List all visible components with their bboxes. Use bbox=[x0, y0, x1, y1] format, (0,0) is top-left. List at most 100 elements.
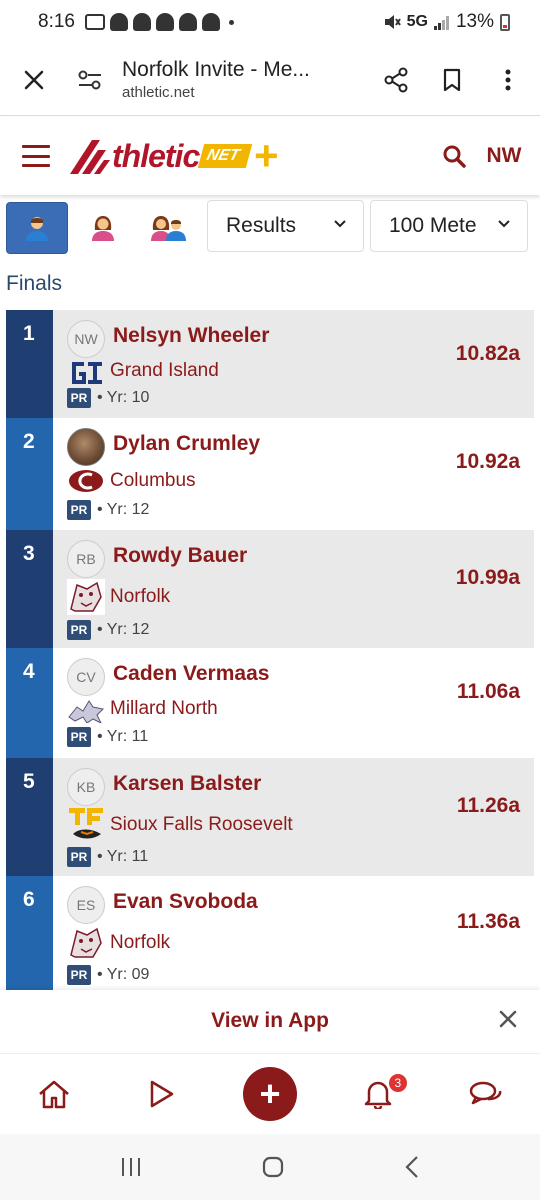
view-select[interactable]: Results bbox=[207, 200, 364, 252]
home-circle-icon[interactable] bbox=[261, 1155, 285, 1179]
athlete-year: • Yr: 10 bbox=[97, 389, 150, 406]
tab-male[interactable] bbox=[6, 202, 68, 254]
page-title: Norfolk Invite - Me... bbox=[122, 58, 310, 81]
event-select[interactable]: 100 Mete bbox=[370, 200, 528, 252]
result-mark: 11.06a bbox=[456, 680, 520, 703]
nav-videos[interactable] bbox=[108, 1054, 216, 1134]
result-place: 3 bbox=[6, 530, 53, 648]
team-name[interactable]: Columbus bbox=[110, 470, 196, 492]
logo-a-mark bbox=[70, 140, 110, 174]
athletic-net-logo[interactable]: thletic NET + bbox=[68, 131, 278, 181]
chat-icon bbox=[469, 1081, 502, 1104]
team-logo-icon bbox=[67, 804, 105, 842]
more-notifications-dot bbox=[228, 19, 234, 25]
snapchat-icon bbox=[178, 13, 197, 31]
nav-home[interactable] bbox=[0, 1054, 108, 1134]
snapchat-icon bbox=[109, 13, 128, 31]
team-name[interactable]: Grand Island bbox=[110, 360, 219, 382]
athlete-year: • Yr: 09 bbox=[97, 966, 150, 983]
tab-both[interactable] bbox=[138, 202, 200, 254]
athlete-name[interactable]: Evan Svoboda bbox=[113, 890, 258, 914]
snapchat-icon bbox=[201, 13, 220, 31]
athlete-name[interactable]: Rowdy Bauer bbox=[113, 544, 247, 568]
notification-badge: 3 bbox=[388, 1073, 407, 1092]
result-place: 5 bbox=[6, 758, 53, 876]
team-logo-icon bbox=[67, 466, 105, 496]
chevron-down-icon bbox=[334, 220, 346, 228]
page-title-block[interactable]: Norfolk Invite - Me... athletic.net bbox=[118, 58, 368, 101]
status-time: 8:16 bbox=[38, 11, 75, 32]
result-row[interactable]: 6 ES Evan Svoboda Norfolk PR • Yr: 09 11… bbox=[6, 876, 534, 992]
athlete-year: • Yr: 11 bbox=[97, 848, 149, 865]
athlete-avatar[interactable]: NW bbox=[67, 320, 105, 358]
event-select-value: 100 Mete bbox=[389, 214, 477, 237]
share-button[interactable] bbox=[368, 52, 424, 108]
search-icon bbox=[443, 145, 466, 168]
logo-net: NET bbox=[198, 144, 253, 168]
team-logo-icon bbox=[67, 696, 105, 726]
athlete-avatar[interactable]: RB bbox=[67, 540, 105, 578]
recent-apps-icon[interactable] bbox=[119, 1156, 143, 1178]
back-icon[interactable] bbox=[403, 1155, 421, 1179]
snapchat-icon bbox=[155, 13, 174, 31]
result-row[interactable]: 5 KB Karsen Balster Sioux Falls Roosevel… bbox=[6, 758, 534, 876]
team-name[interactable]: Millard North bbox=[110, 698, 218, 720]
close-tab-button[interactable] bbox=[6, 52, 62, 108]
tab-female[interactable] bbox=[72, 202, 134, 254]
pr-badge: PR bbox=[67, 620, 91, 640]
result-mark: 11.26a bbox=[456, 794, 520, 817]
result-mark: 10.99a bbox=[455, 566, 520, 589]
athlete-avatar[interactable]: KB bbox=[67, 768, 105, 806]
athlete-year: • Yr: 12 bbox=[97, 621, 150, 638]
user-menu[interactable]: NW bbox=[474, 144, 534, 168]
team-name[interactable]: Sioux Falls Roosevelt bbox=[110, 814, 293, 836]
result-row[interactable]: 2 Dylan Crumley Columbus PR • Yr: 12 10.… bbox=[6, 418, 534, 530]
menu-icon[interactable] bbox=[22, 145, 50, 167]
site-header: thletic NET + NW bbox=[0, 117, 540, 195]
team-name[interactable]: Norfolk bbox=[110, 932, 170, 954]
page-url: athletic.net bbox=[122, 84, 195, 101]
both-athletes-icon bbox=[151, 216, 186, 241]
result-row[interactable]: 3 RB Rowdy Bauer Norfolk PR • Yr: 12 10.… bbox=[6, 530, 534, 648]
team-name[interactable]: Norfolk bbox=[110, 586, 170, 608]
close-icon bbox=[24, 70, 44, 89]
mute-icon bbox=[384, 15, 401, 29]
result-row[interactable]: 1 NW Nelsyn Wheeler Grand Island PR • Yr… bbox=[6, 310, 534, 418]
athlete-name[interactable]: Karsen Balster bbox=[113, 772, 261, 796]
view-select-value: Results bbox=[226, 214, 297, 237]
result-row[interactable]: 4 CV Caden Vermaas Millard North PR • Yr… bbox=[6, 648, 534, 758]
result-mark: 11.36a bbox=[456, 910, 520, 933]
athlete-avatar[interactable]: ES bbox=[67, 886, 105, 924]
more-options-button[interactable] bbox=[480, 52, 536, 108]
male-athlete-icon bbox=[26, 217, 48, 241]
bottom-nav: + 3 bbox=[0, 1053, 540, 1133]
nav-notifications[interactable]: 3 bbox=[324, 1054, 432, 1134]
site-settings-button[interactable] bbox=[62, 52, 118, 108]
view-in-app-link[interactable]: View in App bbox=[211, 1009, 329, 1033]
athlete-name[interactable]: Dylan Crumley bbox=[113, 432, 260, 456]
bookmark-icon bbox=[443, 68, 461, 91]
athlete-name[interactable]: Nelsyn Wheeler bbox=[113, 324, 269, 348]
more-vertical-icon bbox=[505, 69, 511, 90]
snapchat-icon bbox=[132, 13, 151, 31]
close-banner-icon[interactable] bbox=[498, 1009, 518, 1029]
pr-badge: PR bbox=[67, 388, 91, 408]
add-icon: + bbox=[243, 1066, 297, 1121]
bookmark-button[interactable] bbox=[424, 52, 480, 108]
message-icon bbox=[84, 14, 105, 30]
athlete-photo[interactable] bbox=[67, 428, 105, 466]
notification-icons bbox=[84, 13, 234, 31]
home-icon bbox=[39, 1080, 69, 1108]
result-place: 6 bbox=[6, 876, 53, 992]
nav-add[interactable]: + bbox=[216, 1054, 324, 1134]
team-logo-icon bbox=[67, 358, 105, 388]
battery-percent: 13% bbox=[455, 11, 494, 32]
nav-messages[interactable] bbox=[432, 1054, 540, 1134]
team-logo-icon bbox=[67, 578, 105, 616]
pr-badge: PR bbox=[67, 965, 91, 985]
play-icon bbox=[150, 1080, 174, 1107]
result-mark: 10.92a bbox=[455, 450, 520, 473]
athlete-name[interactable]: Caden Vermaas bbox=[113, 662, 269, 686]
search-button[interactable] bbox=[434, 136, 474, 176]
athlete-avatar[interactable]: CV bbox=[67, 658, 105, 696]
